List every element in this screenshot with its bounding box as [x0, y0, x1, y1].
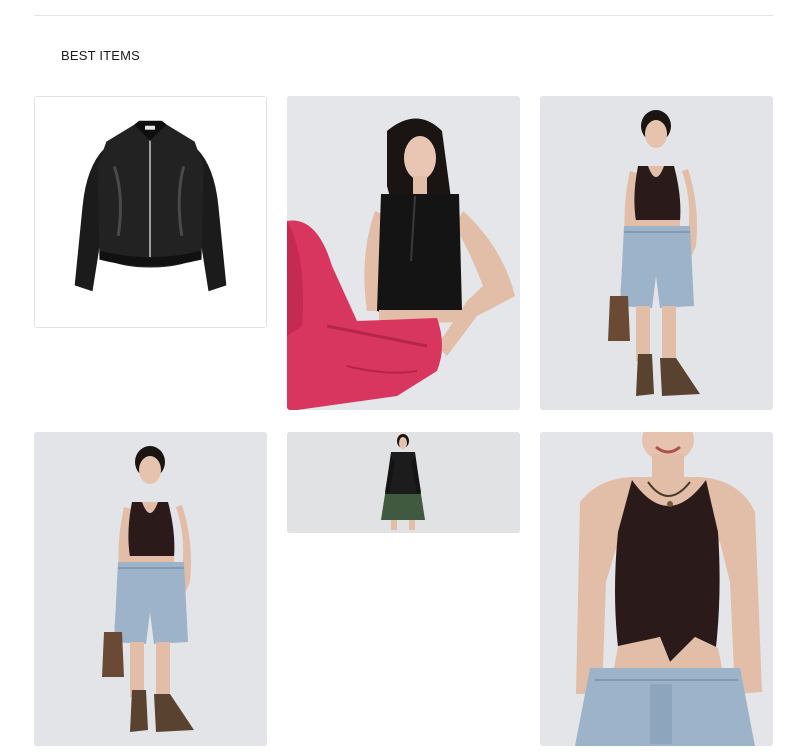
product-card-1[interactable] [34, 96, 267, 328]
product-card-2[interactable] [287, 96, 520, 410]
product-image-model-pink-pants [287, 96, 520, 410]
product-card-4[interactable] [34, 432, 267, 746]
product-image-jacket [35, 97, 266, 327]
product-card-5[interactable] [287, 432, 520, 533]
product-image-model-black-knit [287, 432, 520, 533]
top-divider [34, 15, 773, 16]
product-image-model-denim-shorts [540, 96, 773, 410]
section-title: BEST ITEMS [61, 48, 141, 63]
product-card-3[interactable] [540, 96, 773, 410]
product-card-6[interactable] [540, 432, 773, 746]
product-image-model-halter-closeup [540, 432, 773, 746]
product-image-model-denim-shorts-alt [34, 432, 267, 746]
